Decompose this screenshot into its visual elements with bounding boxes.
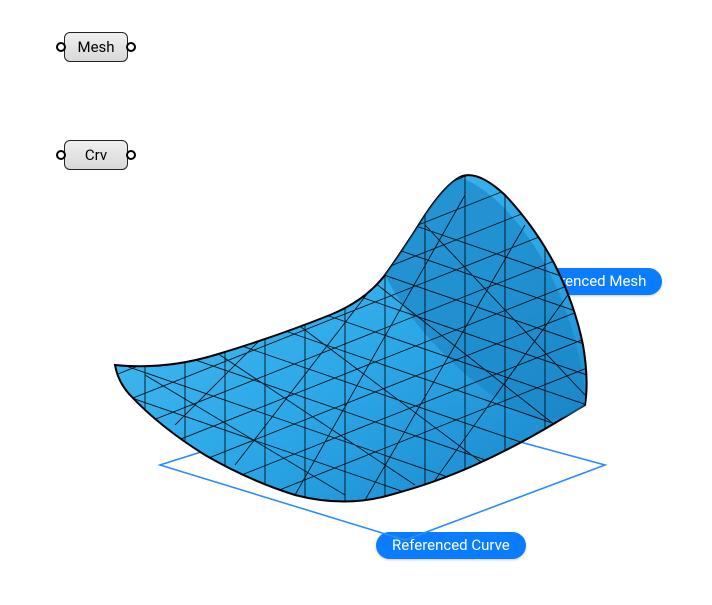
viewport-illustration <box>85 165 645 565</box>
mesh-param-label: Mesh <box>77 38 114 56</box>
curve-param-label: Crv <box>85 146 107 164</box>
mesh-param-container[interactable]: Mesh <box>64 32 128 62</box>
referenced-mesh-geometry <box>85 165 645 565</box>
